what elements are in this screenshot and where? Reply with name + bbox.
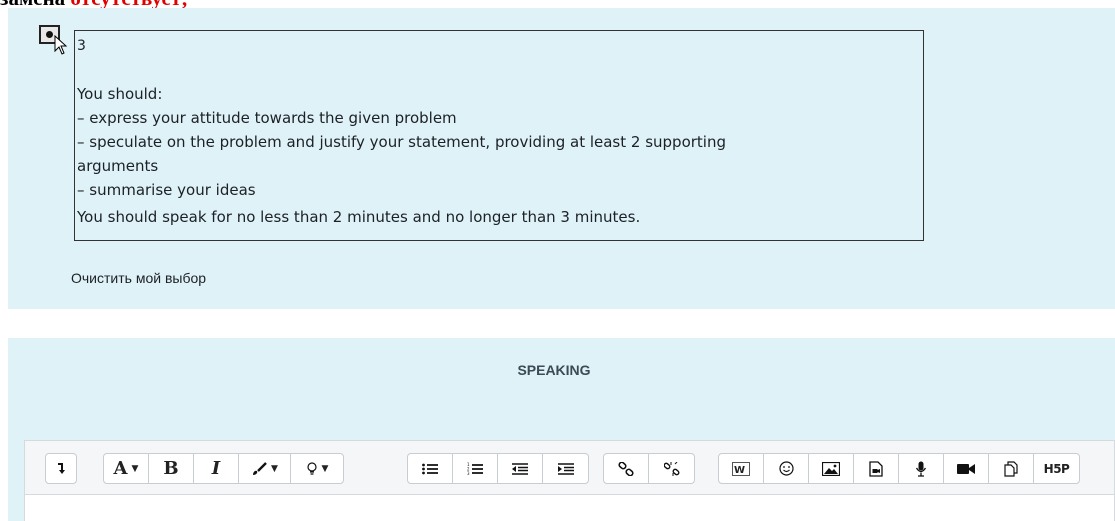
mouse-cursor-icon	[54, 35, 68, 55]
video-button[interactable]	[944, 454, 989, 483]
link-button[interactable]	[604, 454, 649, 483]
video-icon	[957, 463, 975, 474]
media-icon	[869, 460, 883, 477]
outdent-icon	[512, 462, 528, 475]
manage-files-button[interactable]	[989, 454, 1034, 483]
image-button[interactable]	[809, 454, 854, 483]
outdent-button[interactable]	[498, 454, 543, 483]
toolbar-group-lists: 123	[407, 453, 589, 484]
italic-button[interactable]: I	[194, 454, 239, 483]
font-color-icon: A	[113, 458, 128, 479]
indent-icon	[557, 462, 574, 475]
instruction-point: – express your attitude towards the give…	[77, 109, 457, 127]
emoji-button[interactable]	[764, 454, 809, 483]
microphone-icon	[915, 461, 927, 477]
collapse-icon[interactable]	[46, 454, 76, 483]
clear-choice-link[interactable]: Очистить мой выбор	[71, 270, 206, 286]
bold-button[interactable]: B	[149, 454, 194, 483]
svg-text:W: W	[734, 465, 745, 476]
font-color-button[interactable]: A ▼	[104, 454, 149, 483]
unlink-icon	[663, 461, 679, 476]
word-import-icon: W	[732, 461, 750, 476]
toolbar-group-links	[603, 453, 695, 484]
image-icon	[822, 461, 840, 476]
top-heading: замена отсутствует;	[0, 0, 188, 10]
instructions-intro: You should:	[77, 85, 163, 103]
ordered-list-icon: 123	[467, 462, 483, 476]
word-import-button[interactable]: W	[719, 454, 764, 483]
ordered-list-button[interactable]: 123	[453, 454, 498, 483]
lightbulb-button[interactable]: ▼	[291, 454, 343, 483]
answer-number: 3	[77, 38, 86, 54]
brush-icon	[253, 461, 267, 475]
unordered-list-button[interactable]	[408, 454, 453, 483]
time-note: You should speak for no less than 2 minu…	[77, 208, 641, 226]
microphone-button[interactable]	[899, 454, 944, 483]
toolbar-group-collapse	[45, 453, 77, 484]
instruction-point: – speculate on the problem and justify y…	[77, 133, 726, 151]
brush-button[interactable]: ▼	[239, 454, 291, 483]
h5p-button[interactable]: H5P	[1034, 454, 1079, 483]
answer-text-editor[interactable]	[24, 494, 1115, 521]
speaking-panel: SPEAKING A ▼ B I ▼ ▼ 1 2 3 W H5P	[8, 338, 1115, 521]
unlink-button[interactable]	[649, 454, 694, 483]
bold-icon: B	[163, 458, 179, 479]
instruction-point: arguments	[77, 157, 159, 175]
media-button[interactable]	[854, 454, 899, 483]
link-icon	[618, 461, 634, 476]
svg-text:3: 3	[467, 471, 470, 476]
instruction-point: – summarise your ideas	[77, 181, 256, 199]
emoji-icon	[778, 461, 794, 476]
italic-icon: I	[211, 458, 221, 479]
editor-toolbar: A ▼ B I ▼ ▼ 123 W H5P	[24, 440, 1115, 494]
h5p-icon: H5P	[1043, 461, 1070, 476]
indent-button[interactable]	[543, 454, 588, 483]
lightbulb-icon	[306, 461, 317, 475]
unordered-list-icon	[422, 463, 438, 474]
manage-files-icon	[1004, 460, 1018, 477]
answer-option-box[interactable]: 3 You should: – express your attitude to…	[74, 30, 924, 241]
toolbar-group-style: A ▼ B I ▼ ▼	[103, 453, 344, 484]
toolbar-group-insert: W H5P	[718, 453, 1080, 484]
speaking-title: SPEAKING	[517, 362, 591, 378]
question-panel: 3 You should: – express your attitude to…	[8, 8, 1115, 309]
